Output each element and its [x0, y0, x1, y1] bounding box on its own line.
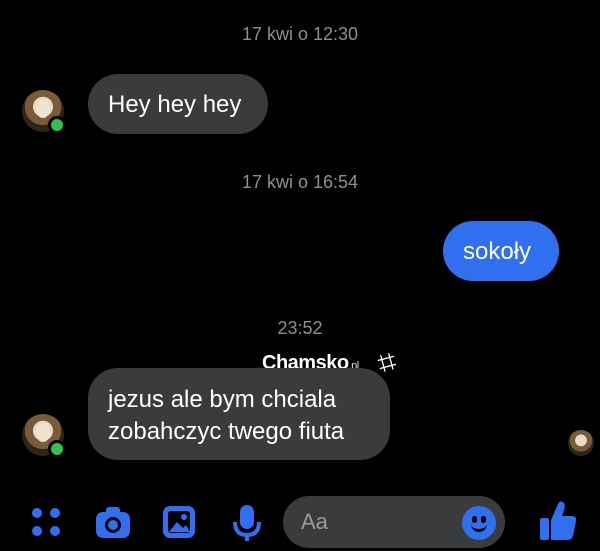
- message-text-line: jezus ale bym chciala: [108, 386, 337, 413]
- timestamp: 23:52: [277, 318, 323, 338]
- camera-icon[interactable]: [94, 502, 134, 542]
- seen-avatar: [568, 430, 594, 456]
- message-bubble-incoming[interactable]: Hey hey hey: [88, 74, 268, 134]
- emoji-icon[interactable]: [462, 506, 496, 540]
- composer-toolbar: Aa: [0, 490, 600, 551]
- apps-icon[interactable]: [28, 502, 68, 542]
- online-status-dot: [48, 440, 66, 458]
- avatar-face: [36, 424, 50, 442]
- timestamp: 17 kwi o 12:30: [241, 24, 359, 44]
- contact-avatar[interactable]: [22, 90, 66, 134]
- thumbs-up-icon[interactable]: [538, 498, 578, 540]
- message-text-line: zobahczyc twego fiuta: [108, 418, 345, 445]
- online-status-dot: [48, 116, 66, 134]
- avatar-face: [36, 100, 50, 118]
- timestamp: 17 kwi o 16:54: [241, 172, 359, 192]
- message-bubble-incoming[interactable]: jezus ale bym chciala zobahczyc twego fi…: [88, 368, 390, 460]
- message-bubble-outgoing[interactable]: sokoły: [443, 221, 559, 281]
- image-icon[interactable]: [160, 502, 200, 542]
- message-input-placeholder: Aa: [301, 509, 328, 534]
- microphone-icon[interactable]: [228, 502, 268, 542]
- contact-avatar[interactable]: [22, 414, 66, 458]
- message-text: Hey hey hey: [108, 91, 242, 118]
- emoji-mouth: [471, 520, 487, 532]
- message-text: sokoły: [463, 238, 532, 265]
